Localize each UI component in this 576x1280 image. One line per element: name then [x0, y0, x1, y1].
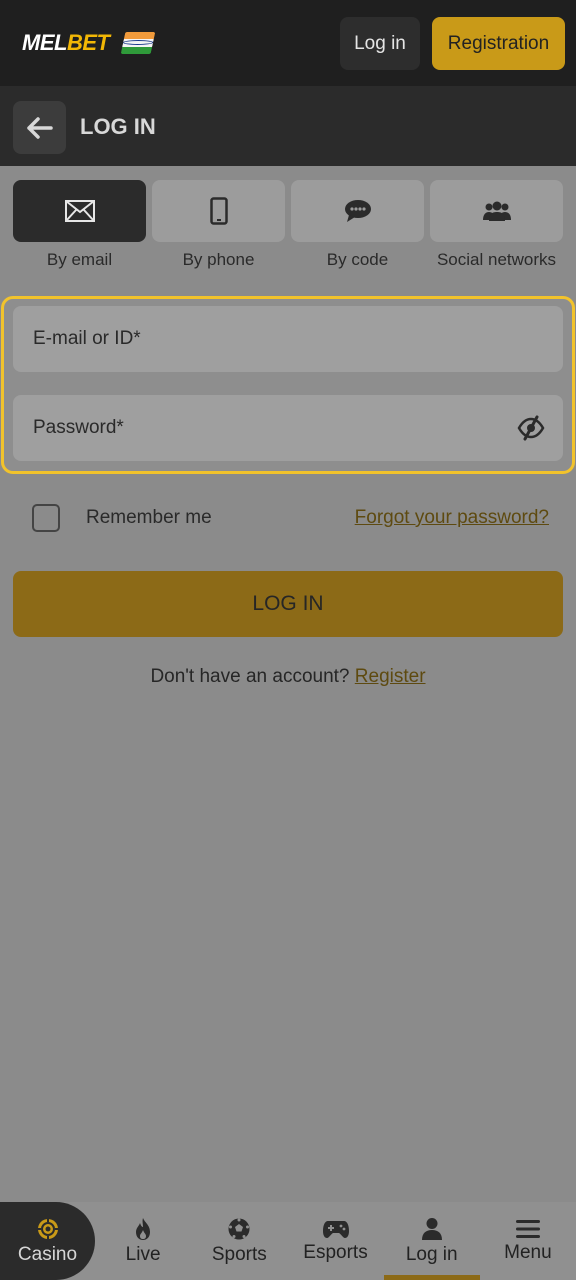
tab-social-networks[interactable]: Social networks [430, 180, 563, 270]
login-submit-button[interactable]: LOG IN [13, 571, 563, 637]
login-form: E-mail or ID* Password* [1, 296, 575, 474]
users-icon [482, 201, 511, 221]
logo-text: MELBET [22, 30, 110, 55]
phone-icon [209, 197, 228, 225]
envelope-icon [64, 200, 95, 222]
menu-icon [515, 1219, 540, 1238]
nav-label: Menu [504, 1241, 552, 1263]
flame-icon [136, 1217, 151, 1240]
tab-label: By phone [182, 250, 255, 269]
tab-label: By code [326, 250, 389, 269]
tab-label: By email [46, 250, 113, 269]
register-link[interactable]: Register [355, 666, 426, 687]
page-title: LOG IN [80, 114, 156, 139]
tab-by-code[interactable]: By code [291, 180, 424, 270]
nav-live[interactable]: Live [95, 1202, 191, 1280]
casino-chip-icon [36, 1217, 59, 1240]
signup-prompt-text: Don't have an account? [150, 666, 350, 687]
bottom-navigation: Casino Live Sports Esports Log in Menu [0, 1202, 576, 1280]
user-icon [421, 1217, 442, 1240]
password-field[interactable]: Password* [13, 395, 563, 461]
login-method-tabs: By email By phone By code Social network… [13, 180, 563, 270]
tab-by-phone[interactable]: By phone [152, 180, 285, 270]
tab-label: Social networks [436, 250, 557, 269]
nav-login[interactable]: Log in [383, 1202, 480, 1280]
back-button[interactable] [13, 101, 66, 154]
nav-label: Sports [211, 1243, 267, 1265]
nav-label: Live [125, 1243, 161, 1265]
tab-by-email[interactable]: By email [13, 180, 146, 270]
email-placeholder: E-mail or ID* [33, 328, 141, 349]
header-registration-button[interactable]: Registration [432, 17, 565, 70]
password-placeholder: Password* [33, 417, 124, 438]
gamepad-icon [322, 1220, 349, 1238]
melbet-logo[interactable]: MELBET [22, 28, 156, 58]
nav-sports[interactable]: Sports [191, 1202, 287, 1280]
email-field[interactable]: E-mail or ID* [13, 306, 563, 372]
india-flag-icon [121, 32, 156, 54]
arrow-left-icon [26, 116, 53, 139]
active-indicator [383, 1275, 480, 1280]
remember-me-checkbox[interactable] [32, 504, 60, 532]
signup-prompt: Don't have an account? Register [0, 666, 576, 688]
nav-label: Casino [17, 1243, 78, 1265]
page-title-bar: LOG IN [0, 86, 576, 166]
remember-me-label: Remember me [86, 507, 212, 528]
top-header: MELBET Log in Registration [0, 0, 576, 86]
soccer-ball-icon [228, 1218, 250, 1239]
nav-esports[interactable]: Esports [287, 1202, 383, 1280]
remember-me: Remember me [32, 504, 212, 532]
chat-bubble-icon [344, 200, 371, 222]
nav-casino[interactable]: Casino [0, 1202, 95, 1280]
forgot-password-link[interactable]: Forgot your password? [355, 507, 549, 529]
eye-slash-icon[interactable] [517, 415, 545, 441]
nav-label: Esports [303, 1241, 368, 1263]
nav-label: Log in [405, 1243, 458, 1265]
nav-menu[interactable]: Menu [480, 1202, 576, 1280]
header-login-button[interactable]: Log in [340, 17, 420, 70]
